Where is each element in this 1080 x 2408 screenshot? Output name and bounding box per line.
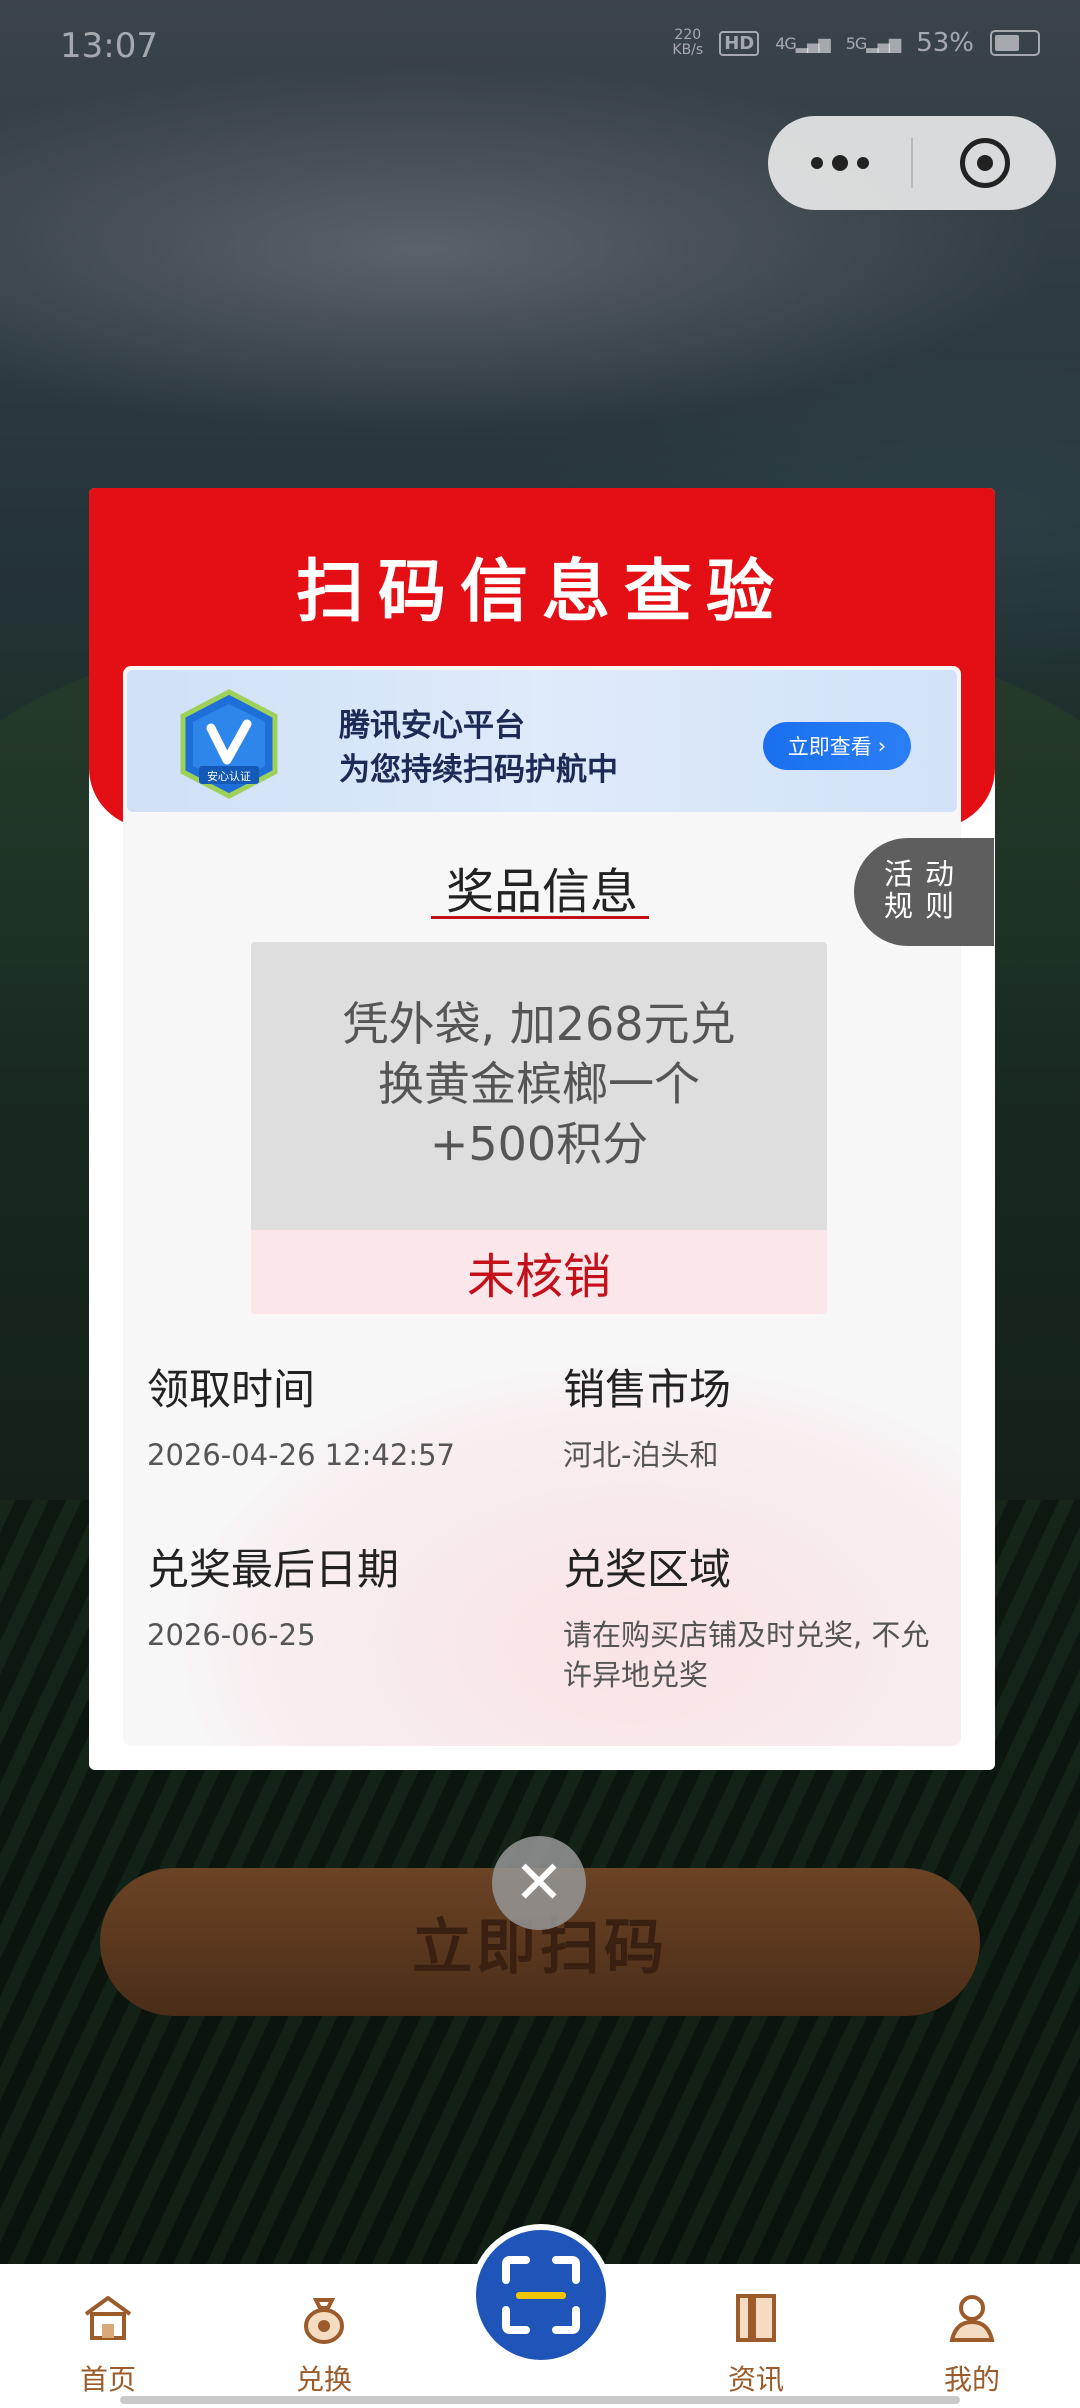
redeem-region: 兑奖区域 请在购买店铺及时兑奖, 不允许异地兑奖 bbox=[563, 1545, 930, 1692]
scan-info-modal: 扫码信息查验 安心认证 腾讯安心平台 为您持续扫码护航中 立即查看 › 奖品信息… bbox=[89, 488, 995, 1770]
shield-icon: 安心认证 bbox=[180, 689, 278, 799]
home-icon bbox=[84, 2296, 132, 2340]
battery-icon bbox=[990, 30, 1040, 56]
user-icon bbox=[949, 2295, 995, 2342]
activity-rules-tab[interactable]: 活动 规则 bbox=[854, 838, 994, 946]
banner-subtitle: 为您持续扫码护航中 bbox=[339, 752, 618, 788]
status-bar: 13:07 220 KB/s HD 4G▂▄▆ 5G▂▄▆ 53% bbox=[0, 0, 1080, 100]
claim-time: 领取时间 2026-04-26 12:42:57 bbox=[147, 1365, 455, 1472]
modal-close-button[interactable]: ✕ bbox=[492, 1836, 586, 1930]
tab-news[interactable]: 资讯 bbox=[696, 2288, 816, 2398]
view-now-button[interactable]: 立即查看 › bbox=[763, 722, 911, 770]
prize-status: 未核销 bbox=[251, 1230, 827, 1314]
news-icon bbox=[736, 2294, 776, 2342]
dot-icon bbox=[856, 157, 869, 169]
net-speed: 220 KB/s bbox=[672, 27, 704, 58]
modal-title: 扫码信息查验 bbox=[295, 553, 788, 632]
status-time: 13:07 bbox=[60, 26, 158, 66]
close-icon: ✕ bbox=[513, 1848, 565, 1918]
battery-percent: 53% bbox=[916, 28, 974, 58]
scan-fab-button[interactable] bbox=[470, 2224, 612, 2366]
dot-icon bbox=[831, 155, 848, 171]
signal-4g-icon: 4G▂▄▆ bbox=[775, 33, 830, 53]
hd-icon: HD bbox=[719, 30, 760, 56]
modal-content: 安心认证 腾讯安心平台 为您持续扫码护航中 立即查看 › 奖品信息 凭外袋, 加… bbox=[123, 666, 961, 1746]
tab-mine[interactable]: 我的 bbox=[912, 2288, 1032, 2398]
banner-title: 腾讯安心平台 bbox=[339, 708, 525, 744]
more-menu-button[interactable] bbox=[768, 116, 911, 210]
badge-text: 安心认证 bbox=[207, 769, 251, 783]
prize-description: 凭外袋, 加268元兑 换黄金槟榔一个 +500积分 bbox=[342, 997, 736, 1171]
section-title: 奖品信息 bbox=[445, 864, 638, 920]
signal-5g-icon: 5G▂▄▆ bbox=[845, 33, 901, 53]
target-icon bbox=[959, 138, 1010, 188]
sales-market: 销售市场 河北-泊头和 bbox=[563, 1365, 732, 1472]
tencent-security-banner[interactable]: 安心认证 腾讯安心平台 为您持续扫码护航中 立即查看 › bbox=[127, 670, 957, 812]
dot-icon bbox=[810, 157, 823, 169]
money-bag-icon bbox=[304, 2298, 344, 2344]
scan-icon bbox=[502, 2256, 580, 2334]
redeem-deadline: 兑奖最后日期 2026-06-25 bbox=[147, 1545, 400, 1652]
tab-home[interactable]: 首页 bbox=[48, 2288, 168, 2398]
capsule-close-button[interactable] bbox=[913, 116, 1056, 210]
miniprogram-capsule bbox=[768, 116, 1056, 210]
prize-card: 凭外袋, 加268元兑 换黄金槟榔一个 +500积分 未核销 bbox=[251, 942, 827, 1314]
tab-exchange[interactable]: 兑换 bbox=[264, 2288, 384, 2398]
section-underline bbox=[431, 916, 649, 919]
chevron-right-icon: › bbox=[877, 734, 887, 758]
home-indicator bbox=[120, 2396, 960, 2404]
